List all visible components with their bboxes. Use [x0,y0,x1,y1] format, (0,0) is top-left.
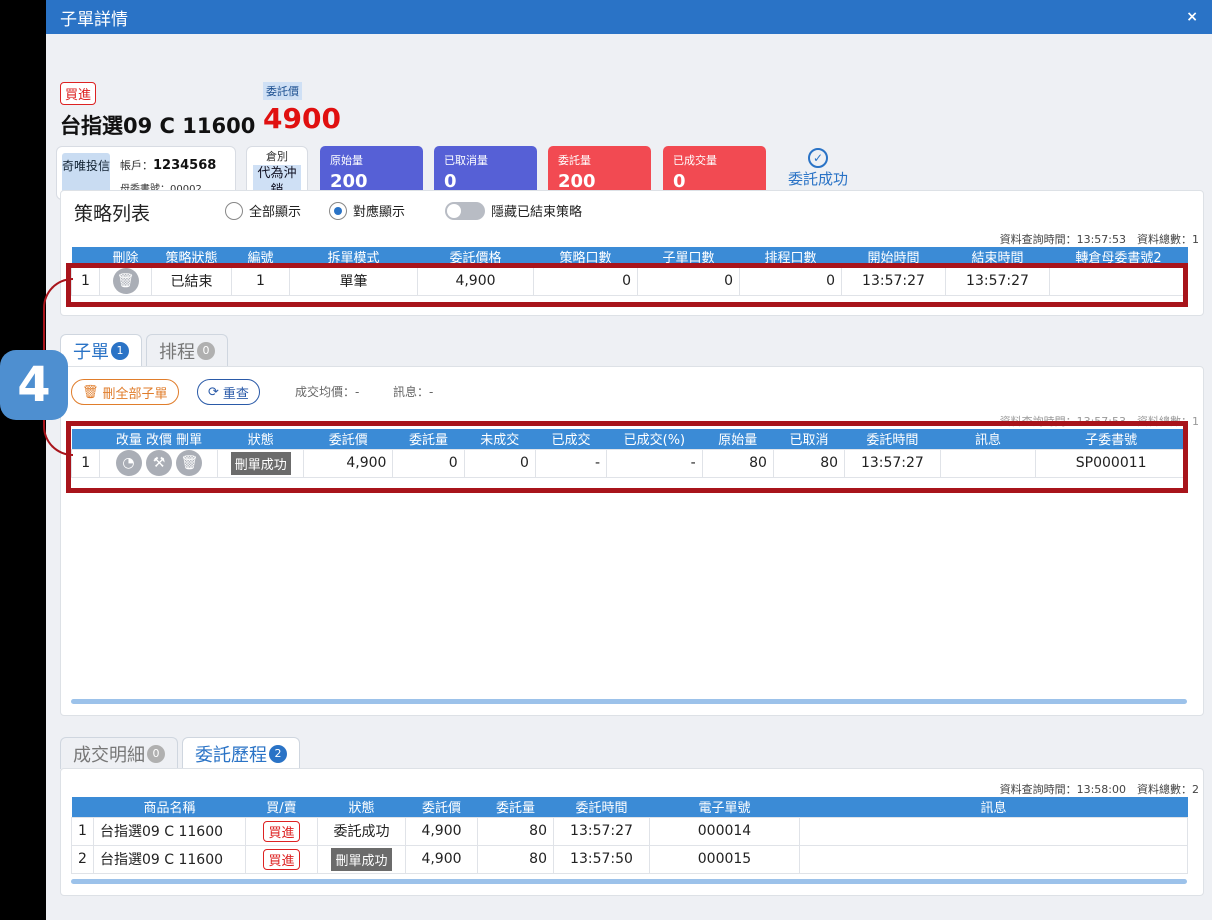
message-label: 訊息：- [393,385,434,399]
tab-fill-details[interactable]: 成交明細 0 [60,737,178,769]
step-badge: 4 [0,350,68,420]
modal-title: 子單詳情 [60,9,128,30]
history-header-row: 商品名稱 買/賣 狀態 委託價 委託量 委託時間 電子單號 訊息 [71,797,1188,817]
sub-orders-panel: 🗑 刪全部子單 ⟳ 重查 成交均價：- 訊息：- 資料查詢時間：13:57:53 資… [60,366,1204,716]
modal-titlebar: 子單詳情 × [46,0,1212,34]
tab-schedule[interactable]: 排程 0 [146,334,228,366]
horizontal-scrollbar[interactable] [71,879,1187,884]
price-label: 委託價 [263,82,302,100]
order-price: 4900 [263,102,341,135]
strategy-meta: 資料查詢時間：13:57:53 資料總數：1 [999,233,1199,246]
side-badge: 買進 [60,82,97,105]
toggle-switch[interactable] [445,201,485,220]
order-status: ✓ 委託成功 [788,148,848,189]
avg-price: 成交均價：- [295,385,360,399]
delete-all-sub-orders-button[interactable]: 🗑 刪全部子單 [71,379,179,405]
side-badge: 買進 [263,848,300,870]
highlight-strategy-row [66,263,1188,307]
table-row[interactable]: 1 台指選09 C 11600 買進 委託成功 4,900 80 13:57:2… [71,816,1188,846]
status-badge: 刪單成功 [331,847,392,871]
order-history-panel: 資料查詢時間：13:58:00 資料總數：2 商品名稱 買/賣 狀態 委託價 委託量 委託… [60,768,1204,896]
order-header: 買進 台指選09 C 11600 委託價 4900 奇唯投信 帳戶：123456… [46,34,1212,202]
highlight-sub-order-row [66,421,1188,493]
table-row[interactable]: 2 台指選09 C 11600 買進 刪單成功 4,900 80 13:57:5… [71,844,1188,874]
history-meta: 資料查詢時間：13:58:00 資料總數：2 [999,783,1199,796]
account-type: 奇唯投信 [62,153,110,195]
instrument-name: 台指選09 C 11600 [60,114,256,138]
check-circle-icon: ✓ [808,148,828,168]
strategy-title: 策略列表 [74,203,151,225]
radio-show-all[interactable]: 全部顯示 [225,201,301,220]
radio-show-matching[interactable]: 對應顯示 [329,201,405,220]
trash-icon: 🗑 [82,384,99,400]
history-tabs: 成交明細 0 委託歷程 2 [60,737,304,769]
order-status-text: 委託成功 [788,170,849,188]
sub-tabs: 子單 1 排程 0 [60,334,232,366]
refresh-button[interactable]: ⟳ 重查 [197,379,260,405]
refresh-icon: ⟳ [208,384,219,400]
close-icon[interactable]: × [1186,9,1198,25]
order-category-label: 倉別 [266,150,288,163]
horizontal-scrollbar[interactable] [71,699,1187,704]
side-badge: 買進 [263,820,300,842]
history-table: 商品名稱 買/賣 狀態 委託價 委託量 委託時間 電子單號 訊息 1 台指選09 C 1160… [71,797,1188,874]
hide-ended-toggle[interactable]: 隱藏已結束策略 [445,201,582,220]
tab-order-history[interactable]: 委託歷程 2 [182,737,300,769]
account-number: 帳戶：1234568 [120,158,217,173]
